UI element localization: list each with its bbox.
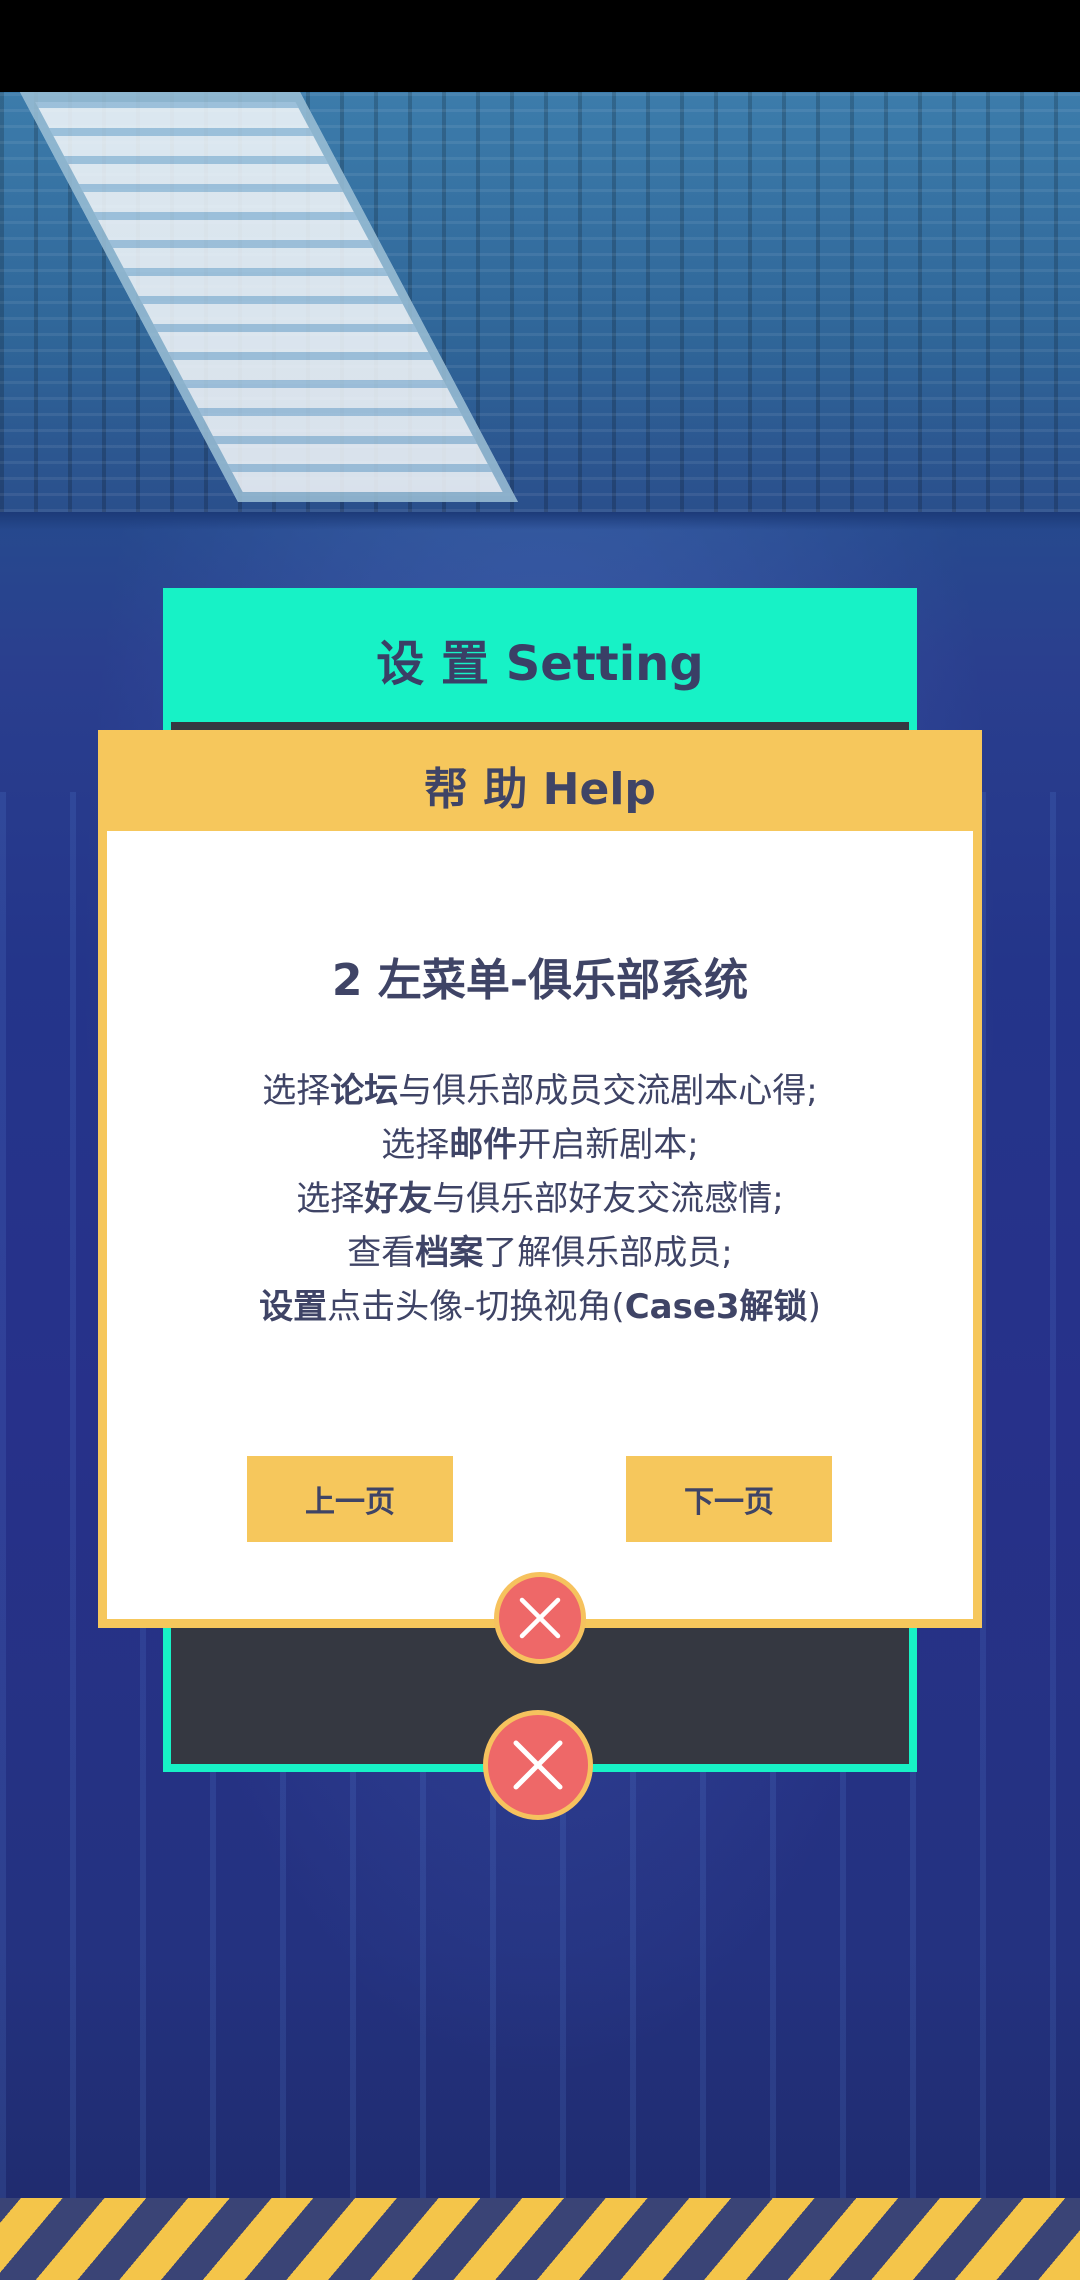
help-body-text: 选择论坛与俱乐部成员交流剧本心得; 选择邮件开启新剧本; 选择好友与俱乐部好友交…: [107, 1064, 973, 1334]
ceiling-light: [20, 92, 519, 502]
help-line: 查看档案了解俱乐部成员;: [347, 1233, 733, 1273]
setting-title: 设 置 Setting: [171, 596, 909, 722]
help-section-title: 2 左菜单-俱乐部系统: [331, 955, 749, 1006]
close-icon: [513, 1740, 563, 1790]
ceiling-edge: [0, 512, 1080, 530]
help-dialog: 帮 助 Help 2 左菜单-俱乐部系统 选择论坛与俱乐部成员交流剧本心得; 选…: [98, 730, 982, 1628]
ceiling: [0, 92, 1080, 512]
help-line: 选择邮件开启新剧本;: [381, 1125, 699, 1165]
next-page-button[interactable]: 下一页: [626, 1456, 832, 1542]
close-icon: [519, 1597, 561, 1639]
help-close-button[interactable]: [494, 1572, 586, 1664]
help-title: 帮 助 Help: [107, 739, 973, 831]
setting-close-button[interactable]: [483, 1710, 593, 1820]
help-line: 设置点击头像-切换视角(Case3解锁): [259, 1287, 821, 1327]
help-line: 选择论坛与俱乐部成员交流剧本心得;: [262, 1071, 818, 1111]
hazard-stripe: [0, 2198, 1080, 2280]
prev-page-button[interactable]: 上一页: [247, 1456, 453, 1542]
status-bar: [0, 0, 1080, 92]
help-line: 选择好友与俱乐部好友交流感情;: [296, 1179, 784, 1219]
